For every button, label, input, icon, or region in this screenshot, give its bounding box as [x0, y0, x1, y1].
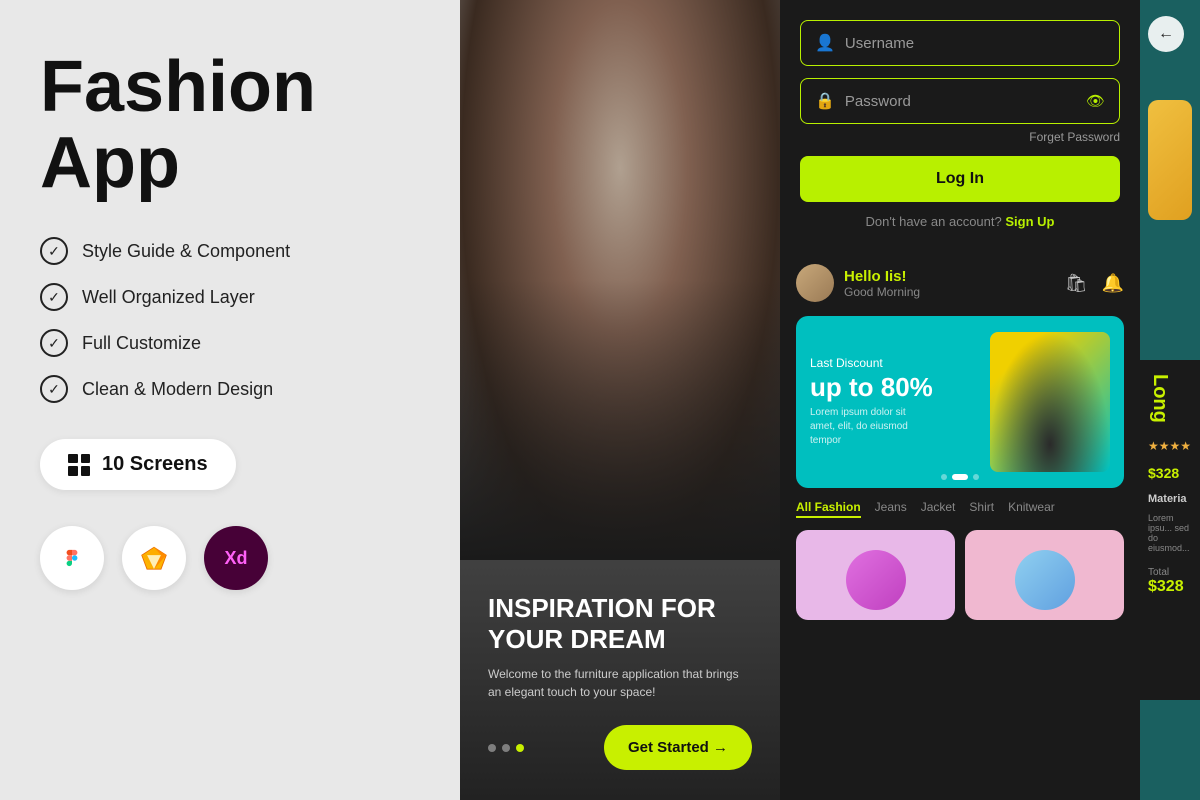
- login-screen: 👤 Username 🔒 Password 👁 Forget Password …: [780, 0, 1140, 250]
- subgreeting-text: Good Morning: [844, 285, 920, 299]
- username-input-group[interactable]: 👤 Username: [800, 20, 1120, 66]
- product-total: Total $328: [1148, 567, 1192, 596]
- category-tabs: All Fashion Jeans Jacket Shirt Knitwear: [796, 500, 1124, 518]
- headline-line2: YOUR DREAM: [488, 624, 666, 654]
- feature-label-3: Full Customize: [82, 333, 201, 354]
- check-icon-4: ✓: [40, 375, 68, 403]
- right-panel: 👤 Username 🔒 Password 👁 Forget Password …: [780, 0, 1140, 800]
- phone-content: INSPIRATION FOR YOUR DREAM Welcome to th…: [460, 573, 780, 800]
- bag-icon[interactable]: 🛍: [1065, 273, 1088, 294]
- avatar: [796, 264, 834, 302]
- dot-3: [516, 744, 524, 752]
- banner-label: Last Discount: [810, 356, 933, 370]
- dot-2: [502, 744, 510, 752]
- greeting-text: Hello Iis!: [844, 268, 920, 285]
- sketch-icon: [122, 526, 186, 590]
- lock-icon: 🔒: [815, 91, 835, 111]
- phone-subtext: Welcome to the furniture application tha…: [488, 665, 752, 701]
- feature-label-2: Well Organized Layer: [82, 287, 255, 308]
- phone-headline: INSPIRATION FOR YOUR DREAM: [488, 593, 752, 655]
- tool-icons: Xd: [40, 526, 420, 590]
- screens-badge[interactable]: 10 Screens: [40, 439, 236, 490]
- phone-bg-image: [460, 0, 780, 560]
- product-material-desc: Lorem ipsu... sed do eiusmod...: [1148, 513, 1192, 553]
- woman-image: [460, 0, 780, 560]
- phone-screen-main: INSPIRATION FOR YOUR DREAM Welcome to th…: [460, 0, 780, 800]
- middle-phone-panel: INSPIRATION FOR YOUR DREAM Welcome to th…: [460, 0, 780, 800]
- username-placeholder: Username: [845, 35, 1105, 52]
- banner-dot-1: [941, 474, 947, 480]
- feature-label-1: Style Guide & Component: [82, 241, 290, 262]
- login-label: Log In: [936, 170, 984, 187]
- xd-label: Xd: [224, 548, 247, 569]
- product-preview-card: [1148, 100, 1192, 220]
- far-right-panel: ← Long ★★★★ $328 Materia Lorem ipsu... s…: [1140, 0, 1200, 800]
- dot-1: [488, 744, 496, 752]
- bell-icon[interactable]: 🔔: [1102, 273, 1124, 294]
- back-button[interactable]: ←: [1148, 16, 1184, 52]
- login-button[interactable]: Log In: [800, 156, 1120, 202]
- product-card-2-inner: [965, 530, 1124, 620]
- grid-icon: [68, 454, 90, 476]
- banner-text: Last Discount up to 80% Lorem ipsum dolo…: [810, 356, 933, 448]
- feature-item-3: ✓ Full Customize: [40, 329, 420, 357]
- eye-icon: 👁: [1086, 92, 1105, 110]
- signup-text: Don't have an account? Sign Up: [800, 214, 1120, 229]
- feature-item-2: ✓ Well Organized Layer: [40, 283, 420, 311]
- banner-dots: [941, 474, 979, 480]
- forget-password-text[interactable]: Forget Password: [800, 130, 1120, 144]
- check-icon-3: ✓: [40, 329, 68, 357]
- xd-icon: Xd: [204, 526, 268, 590]
- get-started-button[interactable]: Get Started →: [604, 725, 752, 770]
- banner-image: [990, 332, 1110, 472]
- tab-all-fashion[interactable]: All Fashion: [796, 500, 861, 518]
- feature-label-4: Clean & Modern Design: [82, 379, 273, 400]
- user-icon: 👤: [815, 33, 835, 53]
- banner-desc: Lorem ipsum dolor sit amet, elit, do eiu…: [810, 406, 920, 448]
- discount-banner: Last Discount up to 80% Lorem ipsum dolo…: [796, 316, 1124, 488]
- product-name: Long: [1148, 374, 1171, 423]
- password-input-group[interactable]: 🔒 Password 👁: [800, 78, 1120, 124]
- product-cards: [796, 530, 1124, 620]
- title-line1: Fashion: [40, 47, 316, 127]
- product-card-1[interactable]: [796, 530, 955, 620]
- tab-shirt[interactable]: Shirt: [969, 500, 994, 518]
- check-icon-1: ✓: [40, 237, 68, 265]
- tab-jacket[interactable]: Jacket: [921, 500, 956, 518]
- headline-line1: INSPIRATION FOR: [488, 593, 716, 623]
- product-price: $328: [1148, 465, 1192, 481]
- feature-list: ✓ Style Guide & Component ✓ Well Organiz…: [40, 237, 420, 403]
- banner-discount: up to 80%: [810, 374, 933, 400]
- phone-bottom-bar: Get Started →: [488, 725, 752, 770]
- tab-knitwear[interactable]: Knitwear: [1008, 500, 1055, 518]
- home-greeting: Hello Iis! Good Morning: [844, 268, 920, 299]
- banner-dot-2: [952, 474, 968, 480]
- figma-icon: [40, 526, 104, 590]
- tab-jeans[interactable]: Jeans: [875, 500, 907, 518]
- app-title: Fashion App: [40, 50, 420, 201]
- product-card-1-inner: [796, 530, 955, 620]
- left-panel: Fashion App ✓ Style Guide & Component ✓ …: [0, 0, 460, 800]
- home-screen: Hello Iis! Good Morning 🛍 🔔 Last Discoun…: [780, 250, 1140, 800]
- home-header-icons: 🛍 🔔: [1065, 273, 1124, 294]
- check-icon-2: ✓: [40, 283, 68, 311]
- banner-dot-3: [973, 474, 979, 480]
- price-total-value: $328: [1148, 578, 1192, 596]
- feature-item-4: ✓ Clean & Modern Design: [40, 375, 420, 403]
- screens-count: 10 Screens: [102, 453, 208, 476]
- phone-dots: [488, 744, 524, 752]
- feature-item-1: ✓ Style Guide & Component: [40, 237, 420, 265]
- product-detail-bottom: Long ★★★★ $328 Materia Lorem ipsu... sed…: [1140, 360, 1200, 700]
- product-material: Materia: [1148, 493, 1192, 505]
- password-placeholder: Password: [845, 93, 1076, 110]
- product-detail-top: ←: [1140, 0, 1200, 360]
- cta-label: Get Started →: [628, 739, 728, 756]
- product-card-2[interactable]: [965, 530, 1124, 620]
- home-header: Hello Iis! Good Morning 🛍 🔔: [796, 264, 1124, 302]
- title-line2: App: [40, 123, 180, 203]
- signup-link[interactable]: Sign Up: [1005, 214, 1054, 229]
- home-user: Hello Iis! Good Morning: [796, 264, 920, 302]
